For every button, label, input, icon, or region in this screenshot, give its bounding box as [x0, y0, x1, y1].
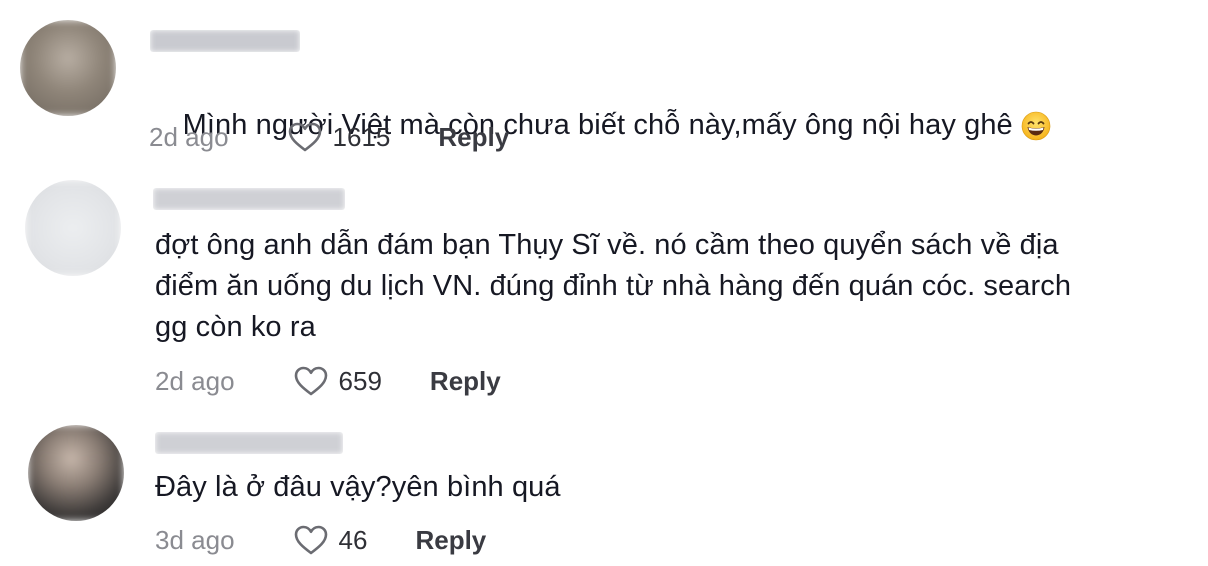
like-count: 1615 [332, 121, 391, 152]
comment-item: đợt ông anh dẫn đám bạn Thụy Sĩ về. nó c… [0, 170, 1208, 420]
comment-meta: 2d ago 1615 Reply [149, 119, 509, 155]
like-button[interactable]: 1615 [287, 121, 391, 153]
comment-text: Đây là ở đâu vậy?yên bình quá [155, 471, 561, 503]
heart-icon [294, 366, 327, 396]
reply-button[interactable]: Reply [415, 525, 486, 556]
comment-time: 2d ago [155, 365, 235, 396]
username-blurred[interactable] [155, 432, 343, 454]
username-blurred[interactable] [153, 188, 345, 210]
avatar[interactable] [20, 20, 116, 116]
like-count: 659 [338, 365, 382, 396]
heart-icon [294, 525, 327, 555]
like-button[interactable]: 46 [293, 524, 368, 556]
comment-item: Mình người Việt mà còn chưa biết chỗ này… [0, 0, 1208, 170]
avatar[interactable] [28, 425, 124, 521]
username-blurred[interactable] [150, 30, 300, 52]
avatar[interactable] [25, 180, 121, 276]
heart-icon [288, 122, 321, 152]
reply-button[interactable]: Reply [430, 366, 501, 397]
like-count: 46 [338, 524, 368, 555]
reply-button[interactable]: Reply [438, 122, 509, 153]
grinning-face-with-smiling-eyes-icon [1013, 108, 1051, 149]
comment-item: Đây là ở đâu vậy?yên bình quá 3d ago 46 … [0, 420, 1208, 566]
comment-meta: 3d ago 46 Reply [155, 522, 486, 558]
comment-time: 3d ago [155, 524, 235, 555]
comment-text: đợt ông anh dẫn đám bạn Thụy Sĩ về. nó c… [155, 229, 1072, 343]
comment-meta: 2d ago 659 Reply [155, 363, 501, 399]
comment-time: 2d ago [149, 121, 229, 152]
like-button[interactable]: 659 [293, 365, 382, 397]
